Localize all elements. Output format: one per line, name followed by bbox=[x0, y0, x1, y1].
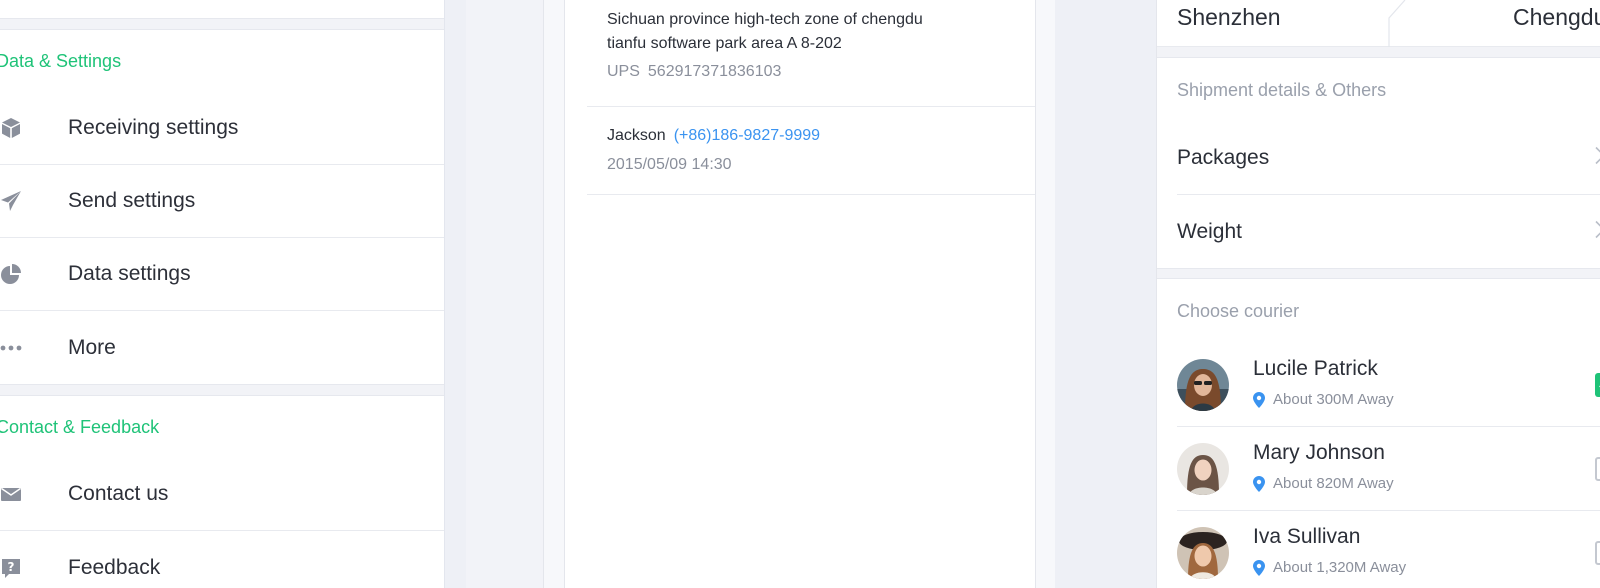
contact-datetime: 2015/05/09 14:30 bbox=[607, 156, 732, 173]
address-panel: Sichuan province high-tech zone of cheng… bbox=[564, 0, 1036, 588]
address-line-1: Sichuan province high-tech zone of cheng… bbox=[607, 11, 923, 28]
shipment-details-title: Shipment details & Others bbox=[1177, 80, 1387, 100]
courier-select-checkbox[interactable] bbox=[1595, 372, 1600, 397]
section-title-data-settings: Data & Settings bbox=[0, 51, 122, 71]
section-divider bbox=[1157, 268, 1600, 279]
contact-feedback-section: Contact & Feedback Contact us ? Feedback bbox=[0, 396, 444, 588]
courier-row[interactable]: Lucile Patrick About 300M Away bbox=[1177, 343, 1600, 427]
avatar bbox=[1177, 358, 1229, 411]
courier-row[interactable]: Iva Sullivan About 1,320M Away bbox=[1177, 511, 1600, 588]
menu-item-more[interactable]: More bbox=[0, 311, 444, 384]
choose-courier-title: Choose courier bbox=[1177, 301, 1300, 321]
courier-distance-text: About 1,320M Away bbox=[1273, 559, 1407, 576]
destination-city[interactable]: Chengdu bbox=[1513, 4, 1600, 31]
route-separator bbox=[1388, 0, 1406, 47]
menu-item-feedback[interactable]: ? Feedback bbox=[0, 531, 444, 588]
menu-item-data-settings[interactable]: Data settings bbox=[0, 238, 444, 311]
menu-item-label: Send settings bbox=[68, 189, 196, 212]
menu-item-contact-us[interactable]: Contact us bbox=[0, 458, 444, 531]
chevron-right-icon bbox=[1594, 219, 1600, 244]
location-pin-icon bbox=[1253, 475, 1265, 492]
chevron-right-icon bbox=[1594, 146, 1600, 171]
section-divider bbox=[0, 384, 444, 396]
box-icon bbox=[0, 117, 22, 139]
shipment-panel: Shenzhen Chengdu Shipment details & Othe… bbox=[1156, 0, 1600, 588]
menu-item-label: Contact us bbox=[68, 482, 169, 505]
route-bar: Shenzhen Chengdu bbox=[1157, 0, 1600, 47]
help-icon: ? bbox=[0, 557, 22, 579]
tracking-number: 562917371836103 bbox=[647, 63, 782, 80]
top-strip bbox=[0, 0, 444, 18]
envelope-icon bbox=[0, 483, 22, 505]
origin-city[interactable]: Shenzhen bbox=[1177, 4, 1281, 31]
weight-label: Weight bbox=[1177, 219, 1242, 243]
contact-name: Jackson bbox=[607, 127, 666, 144]
divider bbox=[587, 194, 1035, 195]
section-divider bbox=[1157, 47, 1600, 58]
courier-distance-text: About 820M Away bbox=[1273, 475, 1394, 492]
address-line-2: tianfu software park area A 8-202 bbox=[607, 35, 842, 52]
contact-phone-link[interactable]: (+86)186-9827-9999 bbox=[674, 127, 820, 144]
courier-distance: About 300M Away bbox=[1253, 391, 1394, 408]
courier-name: Mary Johnson bbox=[1253, 441, 1385, 464]
more-dots-icon bbox=[0, 337, 22, 359]
menu-item-label: Receiving settings bbox=[68, 116, 239, 139]
packages-label: Packages bbox=[1177, 146, 1270, 169]
courier-select-checkbox[interactable] bbox=[1595, 456, 1600, 481]
settings-panel: Data & Settings Receiving settings Send … bbox=[0, 0, 445, 588]
courier-select-checkbox[interactable] bbox=[1595, 541, 1600, 565]
courier-name: Lucile Patrick bbox=[1253, 357, 1378, 380]
avatar bbox=[1177, 442, 1229, 495]
location-pin-icon bbox=[1253, 559, 1265, 576]
courier-name: Iva Sullivan bbox=[1253, 525, 1361, 548]
courier-row[interactable]: Mary Johnson About 820M Away bbox=[1177, 427, 1600, 511]
tracking-info: UPS 562917371836103 bbox=[607, 63, 781, 81]
section-title-contact-feedback: Contact & Feedback bbox=[0, 417, 160, 437]
svg-text:?: ? bbox=[8, 560, 15, 574]
paper-plane-icon bbox=[0, 190, 22, 212]
menu-item-label: More bbox=[68, 335, 116, 359]
menu-item-label: Feedback bbox=[68, 555, 161, 579]
menu-item-receiving-settings[interactable]: Receiving settings bbox=[0, 92, 444, 165]
courier-distance: About 820M Away bbox=[1253, 475, 1394, 492]
section-divider bbox=[0, 18, 444, 30]
weight-row[interactable]: Weight bbox=[1177, 195, 1600, 268]
courier-distance: About 1,320M Away bbox=[1253, 559, 1406, 576]
menu-item-send-settings[interactable]: Send settings bbox=[0, 165, 444, 238]
data-settings-section: Data & Settings Receiving settings Send … bbox=[0, 30, 444, 384]
courier-distance-text: About 300M Away bbox=[1273, 391, 1394, 408]
contact-info: Jackson (+86)186-9827-9999 bbox=[607, 127, 820, 145]
shipping-address: Sichuan province high-tech zone of cheng… bbox=[607, 8, 987, 56]
avatar bbox=[1177, 527, 1229, 579]
divider bbox=[587, 106, 1035, 107]
carrier-name: UPS bbox=[607, 63, 640, 80]
packages-row[interactable]: Packages bbox=[1177, 122, 1600, 195]
location-pin-icon bbox=[1253, 391, 1265, 408]
menu-item-label: Data settings bbox=[68, 262, 191, 285]
pie-chart-icon bbox=[0, 263, 22, 285]
